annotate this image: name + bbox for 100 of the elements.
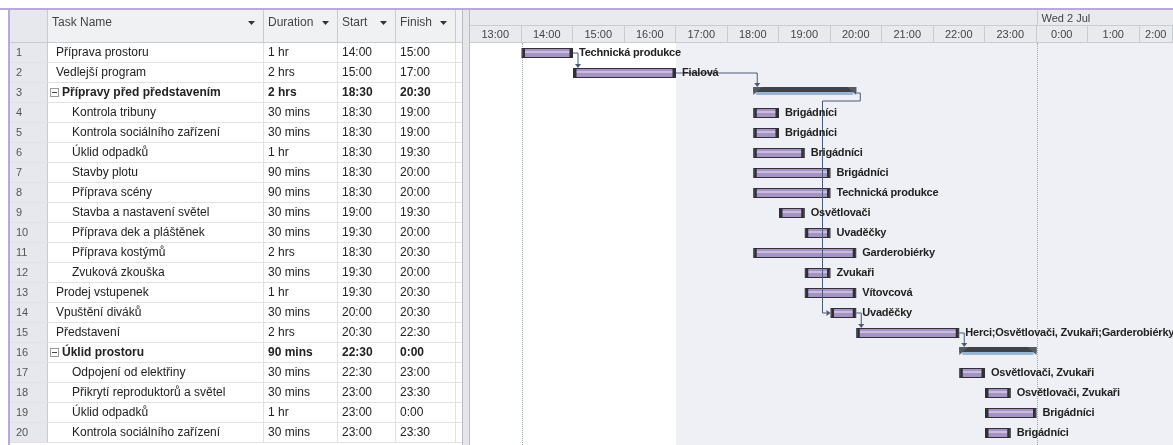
row-number[interactable]: 2 [10, 63, 48, 82]
table-cell: 18:30 [338, 123, 396, 142]
row-number[interactable]: 3 [10, 83, 48, 102]
dropdown-arrow-icon[interactable] [322, 21, 329, 25]
task-name: Kontrola sociálního zařízení [72, 124, 221, 141]
row-number[interactable]: 10 [10, 223, 48, 242]
resource-label: Technická produkce [836, 185, 939, 199]
table-cell: 90 mins [264, 183, 338, 202]
resource-label: Garderobiérky [862, 245, 935, 259]
table-cell: 19:30 [338, 263, 396, 282]
dropdown-arrow-icon[interactable] [380, 21, 387, 25]
timescale-label: 1:00 [1088, 26, 1140, 42]
resource-label: Uvaděčky [836, 225, 887, 239]
task-bar[interactable] [521, 48, 573, 58]
task-name: Vedlejší program [56, 64, 147, 81]
table-cell: 20:30 [396, 303, 456, 322]
row-number[interactable]: 6 [10, 143, 48, 162]
timescale-label: 0:00 [1036, 26, 1088, 42]
collapse-toggle-icon[interactable] [50, 348, 59, 357]
task-bar[interactable] [753, 248, 857, 258]
row-number[interactable]: 20 [10, 423, 48, 442]
table-cell: 20:00 [396, 163, 456, 182]
table-cell: 1 hr [264, 403, 338, 422]
task-bar[interactable] [753, 108, 779, 118]
task-bar[interactable] [804, 228, 831, 238]
row-number[interactable]: 14 [10, 303, 48, 322]
column-header[interactable]: Task Name [48, 10, 264, 42]
table-cell: 90 mins [264, 343, 338, 362]
table-cell: 23:30 [396, 423, 456, 442]
task-bar[interactable] [830, 308, 857, 318]
dropdown-arrow-icon[interactable] [248, 21, 255, 25]
resource-label: Fialová [682, 65, 719, 79]
task-bar[interactable] [985, 388, 1011, 398]
resource-label: Zvukaři [836, 265, 875, 279]
table-cell: 30 mins [264, 223, 338, 242]
table-cell: 19:30 [396, 143, 456, 162]
task-name: Úklid prostoru [62, 343, 144, 361]
column-header[interactable]: Start [338, 10, 396, 42]
table-cell: 23:30 [396, 383, 456, 402]
table-cell: 18:30 [338, 163, 396, 182]
table-cell: 23:00 [338, 383, 396, 402]
resource-label: Brigádníci [1016, 425, 1069, 439]
task-bar[interactable] [985, 428, 1011, 438]
dropdown-arrow-icon[interactable] [440, 21, 447, 25]
task-name: Odpojení od elektřiny [72, 364, 186, 381]
row-number[interactable]: 11 [10, 243, 48, 262]
table-cell: 19:00 [338, 203, 396, 222]
task-name: Úklid odpadků [72, 143, 149, 161]
timescale-day-label: Wed 2 Jul [1036, 10, 1091, 26]
task-name: Stavba a nastavení světel [72, 204, 210, 221]
table-cell: 20:00 [396, 223, 456, 242]
task-bar[interactable] [856, 328, 960, 338]
table-cell: 30 mins [264, 423, 338, 442]
task-bar[interactable] [804, 288, 857, 298]
table-cell: 22:30 [338, 363, 396, 382]
table-cell: 18:30 [338, 183, 396, 202]
timescale-label: 14:00 [521, 26, 573, 42]
row-number[interactable]: 18 [10, 383, 48, 402]
row-number[interactable]: 1 [10, 43, 48, 62]
row-number[interactable]: 13 [10, 283, 48, 302]
task-name: Přikrytí reproduktorů a světel [72, 384, 226, 401]
table-cell: 30 mins [264, 203, 338, 222]
resource-label: Osvětlovači, Zvukaři [1016, 385, 1120, 399]
row-number[interactable]: 17 [10, 363, 48, 382]
task-bar[interactable] [753, 188, 831, 198]
table-cell: 30 mins [264, 303, 338, 322]
task-bar[interactable] [753, 168, 831, 178]
row-number[interactable]: 4 [10, 103, 48, 122]
row-number[interactable]: 15 [10, 323, 48, 342]
row-number[interactable]: 7 [10, 163, 48, 182]
task-bar[interactable] [985, 408, 1037, 418]
timescale-label: 17:00 [676, 26, 728, 42]
task-bar[interactable] [779, 208, 805, 218]
task-bar[interactable] [804, 268, 831, 278]
task-bar[interactable] [753, 148, 805, 158]
task-name: Přípravy před představením [62, 84, 221, 101]
table-cell: 30 mins [264, 263, 338, 282]
table-cell: 17:00 [396, 63, 456, 82]
row-number[interactable]: 5 [10, 123, 48, 142]
row-number[interactable]: 16 [10, 343, 48, 362]
table-cell: 20:30 [396, 83, 456, 102]
task-bar[interactable] [573, 68, 676, 78]
row-number[interactable]: 8 [10, 183, 48, 202]
table-cell: 2 hrs [264, 243, 338, 262]
task-bar[interactable] [753, 128, 779, 138]
table-cell: 1 hr [264, 283, 338, 302]
timescale-label: 13:00 [470, 26, 522, 42]
task-bar[interactable] [959, 368, 985, 378]
timescale-label: 20:00 [830, 26, 882, 42]
column-header[interactable]: Duration [264, 10, 338, 42]
row-number[interactable]: 19 [10, 403, 48, 422]
table-cell: 30 mins [264, 103, 338, 122]
collapse-toggle-icon[interactable] [50, 88, 59, 97]
row-number[interactable]: 12 [10, 263, 48, 282]
row-number[interactable]: 9 [10, 203, 48, 222]
task-name: Stavby plotu [72, 164, 139, 181]
table-cell: 20:00 [338, 303, 396, 322]
table-cell: 23:00 [396, 363, 456, 382]
column-header[interactable]: Finish [396, 10, 456, 42]
timescale-label: 23:00 [985, 26, 1037, 42]
